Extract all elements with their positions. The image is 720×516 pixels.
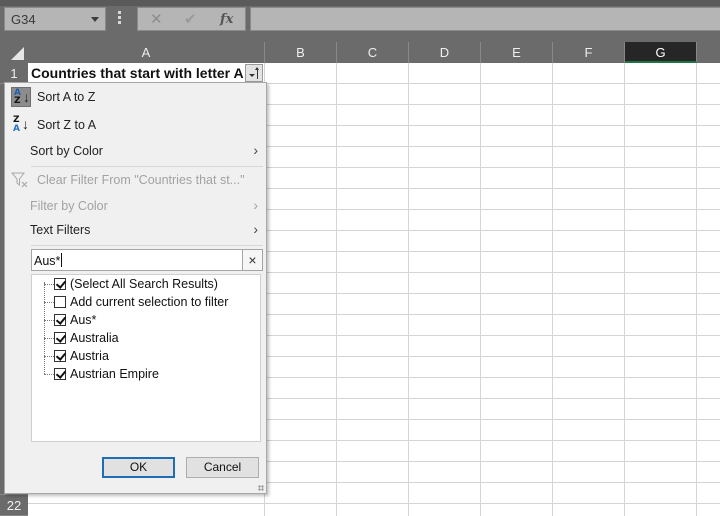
cancel-button[interactable]: Cancel [186,457,259,478]
column-headers: A B C D E F G [0,42,720,63]
checkbox-checked[interactable] [54,368,66,380]
menu-item-text-filters[interactable]: Text Filters › [5,217,266,243]
resize-grip-icon[interactable] [258,485,264,491]
ribbon-edge [0,0,720,6]
menu-item-label: Sort by Color [30,144,103,158]
list-item-label: Austria [70,349,109,363]
menu-item-sort-a-to-z[interactable]: A Z ↓ Sort A to Z [5,84,266,110]
checkbox-unchecked[interactable] [54,296,66,308]
filter-search-input[interactable]: Aus* × [31,249,263,271]
checkbox-checked[interactable] [54,314,66,326]
menu-item-label: Clear Filter From "Countries that st..." [37,173,245,187]
insert-function-icon[interactable]: fx [220,12,233,27]
excel-window: G34 ✕ ✔ fx A B C D E F G 1 21 22 Co [0,0,720,516]
column-header-g[interactable]: G [625,42,697,63]
menu-item-label: Text Filters [30,223,91,237]
formula-input[interactable] [250,7,720,31]
column-header-c[interactable]: C [337,42,409,63]
list-item-label: Australia [70,331,119,345]
menu-separator [31,245,263,246]
cell-a1[interactable]: Countries that start with letter A [28,63,264,83]
text-caret [61,253,63,267]
chevron-right-icon: › [253,197,258,213]
cancel-entry-icon[interactable]: ✕ [150,10,163,28]
clear-filter-icon [11,172,28,188]
drag-handle-icon[interactable] [118,11,122,27]
row-header-1[interactable]: 1 [0,63,28,84]
checkbox-checked[interactable] [54,278,66,290]
select-all-button[interactable] [0,42,28,63]
column-header-a[interactable]: A [28,42,265,63]
menu-item-clear-filter: Clear Filter From "Countries that st..." [5,167,266,193]
menu-item-filter-by-color: Filter by Color › [5,193,266,219]
row-header-22[interactable]: 22 [0,495,28,516]
list-item-label: Add current selection to filter [70,295,229,309]
chevron-right-icon: › [253,221,258,237]
chevron-down-icon[interactable] [91,17,99,22]
menu-item-sort-z-to-a[interactable]: Z A ↓ Sort Z to A [5,112,266,138]
chevron-right-icon: › [253,142,258,158]
confirm-entry-icon[interactable]: ✔ [184,10,197,28]
gridline [480,63,481,516]
list-item-label: (Select All Search Results) [70,277,218,291]
menu-item-label: Filter by Color [30,199,108,213]
ok-button[interactable]: OK [102,457,175,478]
sort-ascending-icon [255,67,259,79]
checkbox-checked[interactable] [54,350,66,362]
menu-item-sort-by-color[interactable]: Sort by Color › [5,138,266,164]
formula-bar: G34 ✕ ✔ fx [0,0,720,42]
gridline [696,63,697,516]
gridline [624,63,625,516]
gridline [408,63,409,516]
name-box-value: G34 [11,12,36,27]
filter-values-list[interactable]: (Select All Search Results) Add current … [31,274,261,442]
column-header-f[interactable]: F [553,42,625,63]
formula-buttons: ✕ ✔ fx [137,7,246,31]
list-item-label: Austrian Empire [70,367,159,381]
column-header-d[interactable]: D [409,42,481,63]
checkbox-checked[interactable] [54,332,66,344]
search-value: Aus* [34,254,61,268]
name-box[interactable]: G34 [4,7,106,31]
clear-search-icon[interactable]: × [242,250,262,270]
menu-item-label: Sort A to Z [37,90,96,104]
gridline [336,63,337,516]
filter-dropdown-icon [249,74,255,77]
sort-a-z-icon: A Z ↓ [11,87,31,107]
select-all-triangle-icon [11,47,24,60]
gridline [552,63,553,516]
tree-connector [44,282,45,374]
autofilter-button[interactable] [245,64,263,82]
column-header-b[interactable]: B [265,42,337,63]
sort-z-a-icon: Z A ↓ [13,115,29,134]
autofilter-menu: A Z ↓ Sort A to Z Z A ↓ Sort Z to A Sort by … [4,82,267,494]
column-header-e[interactable]: E [481,42,553,63]
list-item-label: Aus* [70,313,97,327]
menu-item-label: Sort Z to A [37,118,97,132]
